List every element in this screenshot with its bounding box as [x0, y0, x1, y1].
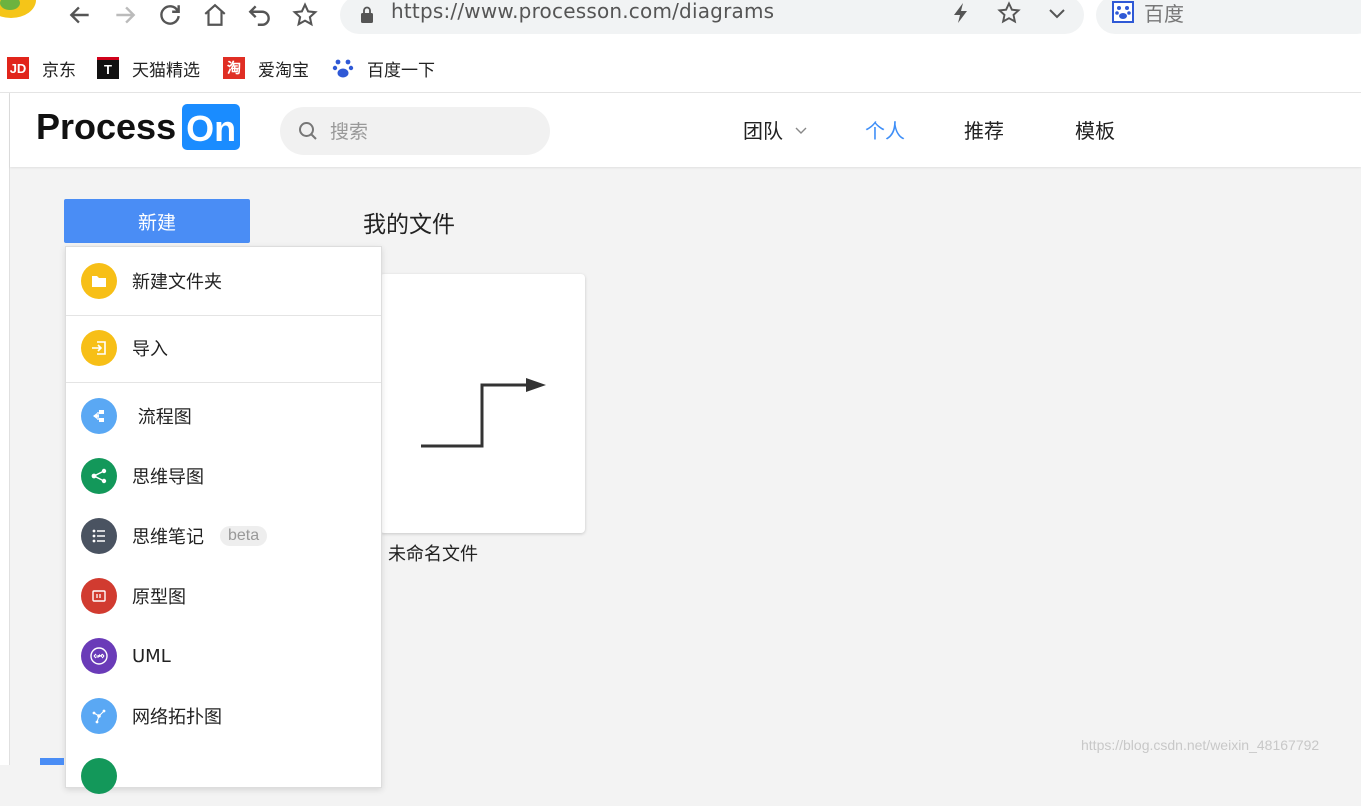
menu-more[interactable] [66, 746, 381, 806]
menu-divider [66, 315, 381, 316]
import-icon [81, 330, 117, 366]
chevron-down-icon [795, 127, 807, 134]
lock-icon [361, 6, 373, 23]
menu-item-label: UML [132, 645, 171, 667]
menu-item-label: 思维笔记 [132, 527, 204, 548]
flowchart-icon [81, 398, 117, 434]
arrow-right-icon [116, 6, 136, 24]
search-field [280, 107, 550, 155]
browser-logo-icon [0, 0, 36, 18]
bookmark-baidu[interactable]: 百度一下 [332, 56, 435, 81]
menu-mindmap[interactable]: 思维导图 [66, 446, 381, 506]
folder-icon [81, 263, 117, 299]
tmall-icon: T [97, 57, 119, 79]
bookmark-star-icon[interactable] [997, 1, 1021, 25]
star-icon [292, 2, 318, 27]
nav-team-label: 团队 [743, 119, 783, 143]
new-button[interactable]: 新建 [64, 199, 250, 243]
bookmark-label: 百度一下 [367, 60, 435, 81]
bookmarks-bar: JD 京东 T 天猫精选 淘 爱淘宝 百度一下 [0, 42, 1361, 93]
nav-personal-label: 个人 [865, 119, 905, 143]
back-button[interactable] [63, 0, 97, 30]
network-icon [81, 698, 117, 734]
baidu-paw-icon [332, 57, 354, 79]
jd-icon: JD [7, 57, 29, 79]
forward-button[interactable] [108, 0, 142, 30]
menu-flowchart[interactable]: 流程图 [66, 386, 381, 446]
logo-text: Process [36, 106, 177, 147]
file-thumbnail-icon [421, 378, 546, 448]
lightning-icon[interactable] [949, 1, 973, 25]
uml-icon [81, 638, 117, 674]
watermark: https://blog.csdn.net/weixin_48167792 [1081, 737, 1320, 753]
nav-recommend-label: 推荐 [964, 119, 1004, 143]
menu-import[interactable]: 导入 [66, 318, 381, 378]
browser-toolbar: https://www.processon.com/diagrams 百度 [0, 0, 1361, 42]
undo-icon [248, 5, 270, 26]
menu-item-label: 新建文件夹 [132, 272, 222, 293]
bookmark-label: 京东 [42, 60, 76, 81]
menu-item-label: 导入 [132, 339, 168, 360]
mindmap-icon [81, 458, 117, 494]
nav-personal[interactable]: 个人 [865, 115, 905, 144]
bookmark-tmall[interactable]: T 天猫精选 [97, 56, 200, 81]
search-icon [299, 122, 317, 140]
menu-network[interactable]: 网络拓扑图 [66, 686, 381, 746]
nav-recommend[interactable]: 推荐 [964, 115, 1004, 144]
aitaobao-icon: 淘 [223, 57, 245, 79]
nav-templates[interactable]: 模板 [1075, 115, 1115, 144]
file-name[interactable]: 未命名文件 [388, 540, 478, 566]
logo-accent: On [182, 104, 241, 150]
menu-uml[interactable]: UML [66, 626, 381, 686]
menu-item-label: 网络拓扑图 [132, 707, 222, 728]
bookmark-jd[interactable]: JD 京东 [7, 56, 76, 81]
processon-logo[interactable]: Process On [36, 104, 241, 150]
home-button[interactable] [198, 0, 232, 30]
url-text: https://www.processon.com/diagrams [391, 0, 775, 23]
more-item-icon [81, 758, 117, 794]
nav-templates-label: 模板 [1075, 119, 1115, 143]
file-card[interactable] [380, 274, 585, 533]
menu-divider [66, 382, 381, 383]
chevron-down-icon[interactable] [1045, 1, 1069, 25]
menu-prototype[interactable]: 原型图 [66, 566, 381, 626]
side-tab[interactable] [40, 758, 64, 765]
reload-icon [160, 5, 180, 25]
search-engine-box[interactable]: 百度 [1096, 0, 1361, 34]
prototype-icon [81, 578, 117, 614]
undo-button[interactable] [243, 0, 277, 30]
favorite-button[interactable] [288, 0, 322, 30]
menu-mindnotes[interactable]: 思维笔记 beta [66, 506, 381, 566]
search-input[interactable] [328, 117, 532, 147]
menu-item-label: 流程图 [132, 407, 192, 428]
bookmark-label: 爱淘宝 [258, 60, 309, 81]
arrow-left-icon [69, 6, 89, 24]
address-bar[interactable]: https://www.processon.com/diagrams [340, 0, 1084, 34]
search-engine-label: 百度 [1144, 2, 1184, 26]
menu-item-label: 思维导图 [132, 467, 204, 488]
nav-team[interactable]: 团队 [743, 115, 807, 144]
page-title: 我的文件 [363, 212, 455, 238]
new-menu: 新建文件夹 导入 流程图 思维导图 思维笔记 beta 原型图 UML 网络拓扑… [65, 246, 382, 794]
menu-item-label: 原型图 [132, 587, 186, 608]
home-icon [204, 3, 226, 26]
bookmark-label: 天猫精选 [132, 60, 200, 81]
menu-new-folder[interactable]: 新建文件夹 [66, 251, 381, 311]
beta-badge: beta [220, 526, 268, 546]
left-edge-divider [9, 93, 10, 765]
reload-button[interactable] [153, 0, 187, 30]
bookmark-aitaobao[interactable]: 淘 爱淘宝 [223, 56, 309, 81]
baidu-logo-icon [1112, 1, 1134, 23]
notes-icon [81, 518, 117, 554]
app-header: Process On 团队 个人 推荐 模板 [10, 93, 1361, 167]
